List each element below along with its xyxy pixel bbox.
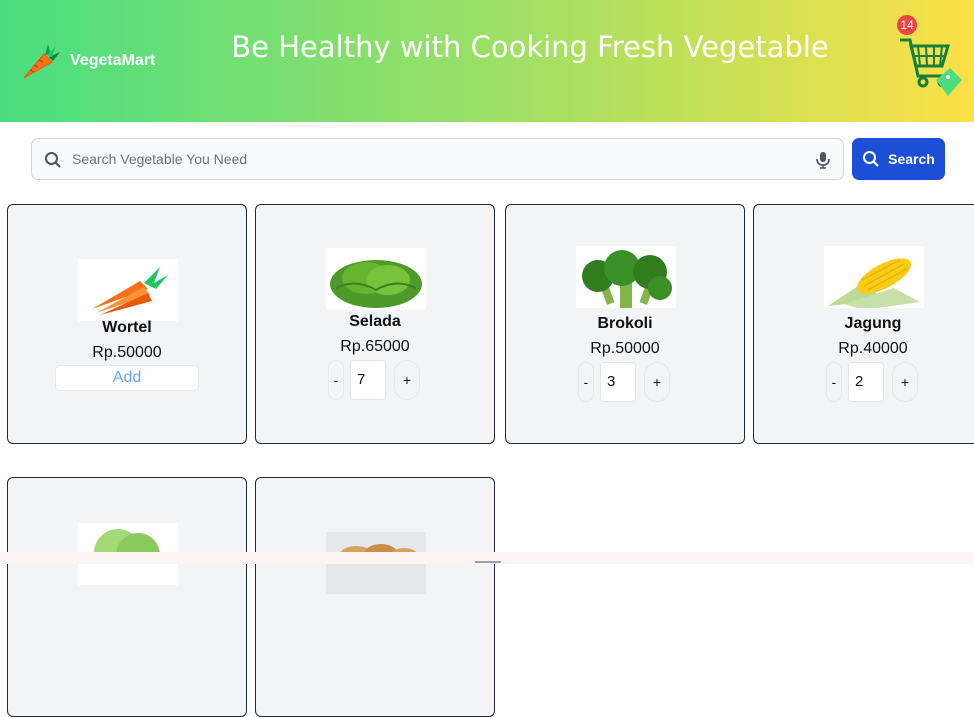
add-to-cart-button[interactable]: Add: [55, 365, 199, 391]
decrease-quantity-button[interactable]: -: [578, 362, 594, 402]
product-card: Jagung Rp.40000 - 2 +: [753, 204, 974, 444]
decrease-quantity-button[interactable]: -: [826, 362, 842, 402]
product-card: [7, 477, 247, 717]
product-image: [824, 246, 924, 308]
product-name: Selada: [349, 313, 401, 330]
page-tagline: Be Healthy with Cooking Fresh Vegetable: [231, 30, 829, 64]
product-image: [326, 248, 426, 310]
app-header: VegetaMart Be Healthy with Cooking Fresh…: [0, 0, 974, 122]
search-input[interactable]: [72, 139, 812, 179]
search-icon: [45, 152, 61, 168]
product-price: Rp.40000: [838, 340, 908, 357]
product-name: Brokoli: [597, 315, 653, 332]
quantity-field[interactable]: 2: [848, 362, 884, 402]
product-price: Rp.65000: [340, 338, 410, 355]
product-card: [255, 477, 495, 717]
search-button-label: Search: [888, 151, 935, 167]
product-card: Wortel Rp.50000 Add: [7, 204, 247, 444]
product-card: Brokoli Rp.50000 - 3 +: [505, 204, 745, 444]
product-price: Rp.50000: [92, 344, 162, 361]
decrease-quantity-button[interactable]: -: [328, 360, 344, 400]
product-price: Rp.50000: [590, 340, 660, 357]
product-card: Selada Rp.65000 - 7 +: [255, 204, 495, 444]
increase-quantity-button[interactable]: +: [892, 362, 918, 402]
search-bar: [31, 138, 844, 180]
product-name: Jagung: [844, 315, 902, 332]
increase-quantity-button[interactable]: +: [644, 362, 670, 402]
product-image: [78, 259, 178, 321]
quantity-stepper: - 3 +: [578, 362, 674, 402]
quantity-field[interactable]: 7: [350, 360, 386, 400]
product-image: [576, 246, 676, 308]
product-name: Wortel: [102, 319, 152, 336]
quantity-stepper: - 2 +: [826, 362, 922, 402]
quantity-stepper: - 7 +: [328, 360, 424, 400]
increase-quantity-button[interactable]: +: [394, 360, 420, 400]
microphone-icon[interactable]: [815, 151, 831, 169]
search-button[interactable]: Search: [852, 138, 945, 180]
search-icon: [863, 151, 879, 167]
scroll-handle[interactable]: [475, 561, 501, 563]
quantity-field[interactable]: 3: [600, 362, 636, 402]
cart-count-badge: 14: [897, 15, 917, 35]
